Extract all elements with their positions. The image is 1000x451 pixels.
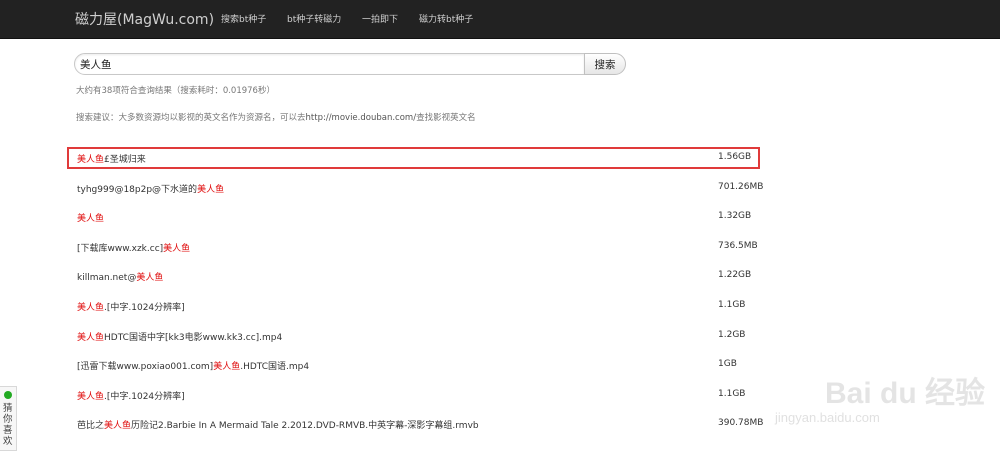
result-title-post: .HDTC国语.mp4 bbox=[240, 362, 310, 372]
result-size: 1GB bbox=[718, 359, 737, 369]
result-title-link[interactable]: 美人鱼 bbox=[77, 211, 104, 224]
result-size: 1.22GB bbox=[718, 270, 752, 280]
result-title-link[interactable]: [迅雷下载www.poxiao001.com]美人鱼.HDTC国语.mp4 bbox=[77, 359, 309, 372]
result-title-pre: killman.net@ bbox=[77, 273, 137, 283]
result-title-link[interactable]: 美人鱼HDTC国语中字[kk3电影www.kk3.cc].mp4 bbox=[77, 330, 282, 343]
nav-one-click[interactable]: 一拍即下 bbox=[362, 12, 398, 25]
result-title-post: HDTC国语中字[kk3电影www.kk3.cc].mp4 bbox=[104, 333, 283, 343]
result-title-post: .[中字.1024分辨率] bbox=[104, 303, 185, 313]
result-size: 1.1GB bbox=[718, 300, 746, 310]
guess-you-like-label: 猜你喜欢 bbox=[3, 403, 13, 447]
result-row[interactable]: [下载库www.xzk.cc]美人鱼 736.5MB bbox=[67, 236, 760, 258]
baidu-jingyan-watermark: Bai du 经验 jingyan.baidu.com bbox=[755, 338, 995, 433]
result-row[interactable]: 芭比之美人鱼历险记2.Barbie In A Mermaid Tale 2.20… bbox=[67, 413, 763, 435]
result-title-kw: 美人鱼 bbox=[77, 214, 105, 224]
top-navbar: 磁力屋(MagWu.com) 搜索bt种子 bt种子转磁力 一拍即下 磁力转bt… bbox=[0, 0, 1000, 39]
result-title-kw: 美人鱼 bbox=[197, 185, 225, 195]
result-title-kw: 美人鱼 bbox=[77, 303, 105, 313]
result-row[interactable]: 美人鱼.[中字.1024分辨率] 1.1GB bbox=[67, 384, 760, 406]
result-title-kw: 美人鱼 bbox=[77, 392, 105, 402]
result-title-kw: 美人鱼 bbox=[104, 421, 132, 431]
result-title-post: £圣城归来 bbox=[104, 155, 146, 165]
nav-search-bt[interactable]: 搜索bt种子 bbox=[221, 12, 266, 25]
result-title-pre: tyhg999@18p2p@下水道的 bbox=[77, 185, 198, 195]
result-title-pre: 芭比之 bbox=[77, 421, 105, 431]
guess-you-like-widget[interactable]: 猜你喜欢 bbox=[0, 386, 17, 451]
result-title-kw: 美人鱼 bbox=[77, 333, 105, 343]
watermark-url: jingyan.baidu.com bbox=[775, 410, 880, 425]
result-row[interactable]: [迅雷下载www.poxiao001.com]美人鱼.HDTC国语.mp4 1GB bbox=[67, 354, 760, 376]
result-title-link[interactable]: [下载库www.xzk.cc]美人鱼 bbox=[77, 241, 190, 254]
result-title-post: .[中字.1024分辨率] bbox=[104, 392, 185, 402]
result-size: 1.2GB bbox=[718, 330, 746, 340]
suggestion-prefix: 搜索建议：大多数资源均以影视的英文名作为资源名，可以去 bbox=[76, 113, 306, 123]
result-title-link[interactable]: 芭比之美人鱼历险记2.Barbie In A Mermaid Tale 2.20… bbox=[77, 418, 479, 431]
result-size: 1.1GB bbox=[718, 389, 746, 399]
result-title-link[interactable]: tyhg999@18p2p@下水道的美人鱼 bbox=[77, 182, 224, 195]
result-title-kw: 美人鱼 bbox=[136, 273, 164, 283]
search-button[interactable]: 搜索 bbox=[584, 53, 626, 75]
result-title-pre: [下载库www.xzk.cc] bbox=[77, 244, 164, 254]
nav-magnet-to-bt[interactable]: 磁力转bt种子 bbox=[419, 12, 473, 25]
site-brand[interactable]: 磁力屋(MagWu.com) bbox=[75, 9, 214, 29]
douban-link[interactable]: http://movie.douban.com/ bbox=[306, 113, 417, 123]
online-status-icon bbox=[4, 391, 12, 399]
result-size: 1.56GB bbox=[718, 152, 752, 162]
search-input[interactable] bbox=[74, 53, 585, 75]
search-suggestion: 搜索建议：大多数资源均以影视的英文名作为资源名，可以去http://movie.… bbox=[76, 111, 476, 123]
result-row[interactable]: 美人鱼 1.32GB bbox=[67, 206, 760, 228]
result-title-link[interactable]: 美人鱼.[中字.1024分辨率] bbox=[77, 389, 185, 402]
watermark-brand: Bai du 经验 bbox=[825, 377, 986, 410]
result-count: 大约有38项符合查询结果（搜索耗时：0.01976秒） bbox=[76, 86, 275, 96]
result-title-kw: 美人鱼 bbox=[163, 244, 191, 254]
result-title-pre: [迅雷下载www.poxiao001.com] bbox=[77, 362, 214, 372]
result-row[interactable]: 美人鱼£圣城归来 1.56GB bbox=[67, 147, 760, 169]
result-size: 1.32GB bbox=[718, 211, 752, 221]
result-title-link[interactable]: 美人鱼£圣城归来 bbox=[77, 152, 146, 165]
result-title-link[interactable]: killman.net@美人鱼 bbox=[77, 270, 163, 283]
result-title-kw: 美人鱼 bbox=[213, 362, 241, 372]
result-row[interactable]: killman.net@美人鱼 1.22GB bbox=[67, 265, 760, 287]
result-title-kw: 美人鱼 bbox=[77, 155, 105, 165]
result-size: 736.5MB bbox=[718, 241, 758, 251]
result-title-post: 历险记2.Barbie In A Mermaid Tale 2.2012.DVD… bbox=[131, 421, 479, 431]
result-row[interactable]: tyhg999@18p2p@下水道的美人鱼 701.26MB bbox=[67, 177, 764, 199]
result-title-link[interactable]: 美人鱼.[中字.1024分辨率] bbox=[77, 300, 185, 313]
result-row[interactable]: 美人鱼.[中字.1024分辨率] 1.1GB bbox=[67, 295, 760, 317]
suggestion-suffix: 查找影视英文名 bbox=[416, 113, 476, 123]
nav-bt-to-magnet[interactable]: bt种子转磁力 bbox=[287, 12, 341, 25]
result-size: 701.26MB bbox=[718, 182, 764, 192]
result-row[interactable]: 美人鱼HDTC国语中字[kk3电影www.kk3.cc].mp4 1.2GB bbox=[67, 325, 760, 347]
